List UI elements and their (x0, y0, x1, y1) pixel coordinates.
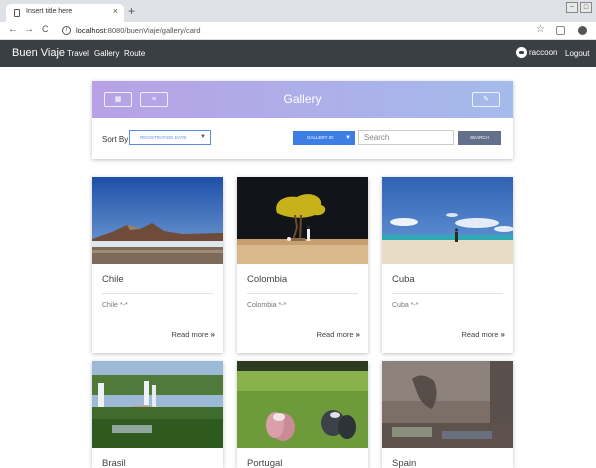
sort-select[interactable]: REGISTRATION DATE ▼ (129, 130, 211, 145)
search-button[interactable]: SEARCH (458, 131, 501, 145)
colombia-photo[interactable] (237, 177, 368, 264)
divider (102, 293, 213, 294)
gallery-card-portugal[interactable]: Portugal (237, 361, 368, 468)
gallery-card-chile[interactable]: Chile Chile *-* Read more» (92, 177, 223, 353)
document-icon (14, 9, 20, 17)
card-title: Chile (102, 274, 124, 285)
address-bar: ← → C i localhost:8080/buenViaje/gallery… (0, 22, 596, 40)
reload-icon[interactable]: C (42, 24, 49, 34)
caret-down-icon: ▼ (200, 134, 206, 140)
new-tab-button[interactable]: + (128, 4, 135, 18)
gallery-card-colombia[interactable]: Colombia Colombia *-* Read more» (237, 177, 368, 353)
browser-tab-strip: Insert title here × + − □ (0, 0, 596, 22)
card-title: Portugal (247, 458, 283, 468)
card-title: Spain (392, 458, 417, 468)
raccoon-avatar-icon (516, 47, 527, 58)
card-subtitle: Cuba *-* (392, 302, 419, 309)
profile-icon[interactable] (578, 26, 587, 35)
minimize-icon[interactable]: − (566, 2, 578, 13)
brand-logo[interactable]: Buen Viaje (12, 47, 65, 59)
site-info-icon[interactable]: i (62, 26, 71, 35)
read-more-link[interactable]: Read more» (171, 330, 215, 339)
card-subtitle: Chile *-* (102, 302, 128, 309)
nav-link-gallery[interactable]: Gallery (94, 49, 119, 58)
gallery-title: Gallery (283, 92, 322, 106)
read-more-link[interactable]: Read more» (316, 330, 360, 339)
tab-title: Insert title here (26, 8, 73, 15)
url-host: localhost (76, 26, 106, 35)
url-path: :8080/buenViaje/gallery/card (105, 26, 201, 35)
app-navbar: Buen Viaje Travel Gallery Route raccoon … (0, 40, 596, 67)
edit-button[interactable]: ✎ (472, 92, 500, 107)
browser-tab[interactable]: Insert title here × (6, 4, 124, 22)
caret-down-icon: ▼ (345, 135, 351, 141)
chile-photo[interactable] (92, 177, 223, 264)
sort-label: Sort By (102, 135, 129, 144)
window-controls: − □ (566, 2, 592, 13)
search-field-select[interactable]: GALLERY ID ▼ (293, 131, 355, 145)
divider (392, 293, 503, 294)
gallery-card-brasil[interactable]: Brasil (92, 361, 223, 468)
gallery-control-card: ▦ ≡ Gallery ✎ Sort By REGISTRATION DATE … (92, 81, 513, 159)
read-more-label: Read more (461, 330, 499, 339)
back-arrow-icon[interactable]: ← (8, 24, 18, 35)
url-field[interactable]: localhost:8080/buenViaje/gallery/card (76, 26, 201, 35)
card-subtitle: Colombia *-* (247, 302, 287, 309)
double-chevron-right-icon: » (355, 330, 360, 339)
card-title: Cuba (392, 274, 415, 285)
search-input[interactable]: Search (358, 130, 454, 145)
double-chevron-right-icon: » (500, 330, 505, 339)
cuba-photo[interactable] (382, 177, 513, 264)
sort-select-value: REGISTRATION DATE (140, 135, 187, 140)
forward-arrow-icon[interactable]: → (24, 24, 34, 35)
username: raccoon (529, 48, 558, 57)
extension-icon[interactable] (556, 26, 565, 35)
user-menu[interactable]: raccoon (516, 47, 557, 58)
maximize-icon[interactable]: □ (580, 2, 592, 13)
bookmark-star-icon[interactable]: ☆ (536, 24, 545, 35)
read-more-label: Read more (171, 330, 209, 339)
divider (247, 293, 358, 294)
gallery-card-spain[interactable]: Spain (382, 361, 513, 468)
close-tab-icon[interactable]: × (113, 6, 118, 16)
spain-photo[interactable] (382, 361, 513, 448)
card-title: Brasil (102, 458, 126, 468)
read-more-label: Read more (316, 330, 354, 339)
nav-link-travel[interactable]: Travel (67, 49, 89, 58)
card-title: Colombia (247, 274, 288, 285)
portugal-photo[interactable] (237, 361, 368, 448)
read-more-link[interactable]: Read more» (461, 330, 505, 339)
nav-link-route[interactable]: Route (124, 49, 145, 58)
gallery-card-cuba[interactable]: Cuba Cuba *-* Read more» (382, 177, 513, 353)
search-field-value: GALLERY ID (307, 135, 334, 140)
logout-link[interactable]: Logout (565, 49, 589, 58)
brasil-photo[interactable] (92, 361, 223, 448)
gallery-header: ▦ ≡ Gallery ✎ (92, 81, 513, 118)
double-chevron-right-icon: » (210, 330, 215, 339)
